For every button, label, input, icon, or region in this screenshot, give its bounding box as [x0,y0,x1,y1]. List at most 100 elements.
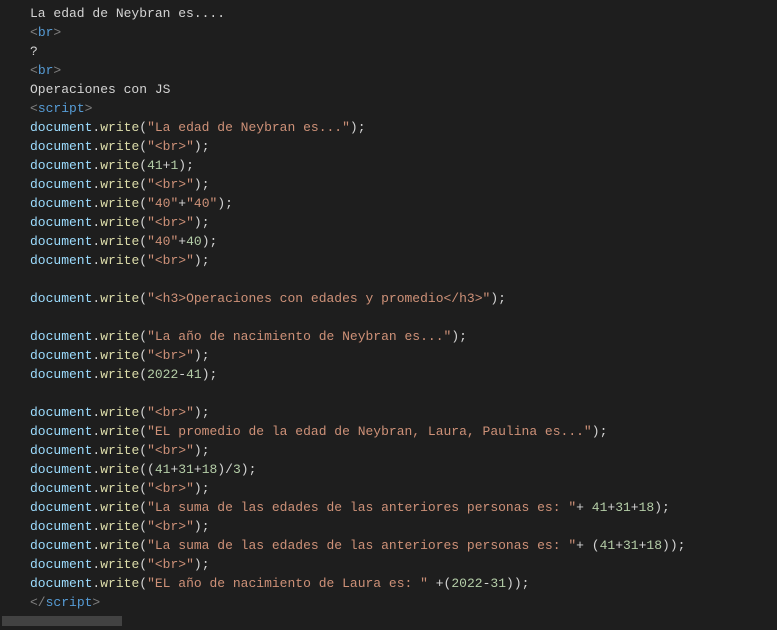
code-line: document.write("<br>"); [30,137,777,156]
paren-close: ) [654,500,662,515]
code-line: document.write("<br>"); [30,441,777,460]
code-line: document.write("<br>"); [30,175,777,194]
code-line: <br> [30,61,777,80]
obj-document: document [30,291,92,306]
string-arg: "<br>" [147,557,194,572]
semicolon: ; [202,519,210,534]
op-plus: + [178,234,186,249]
op-plus: + [631,500,639,515]
tag-br: br [38,25,54,40]
obj-document: document [30,500,92,515]
paren-close: ) [194,405,202,420]
number: 31 [615,500,631,515]
fn-write: write [100,253,139,268]
string-arg: "<br>" [147,139,194,154]
blank-line [30,384,777,403]
string-arg: "<br>" [147,253,194,268]
paren-close: ) [217,196,225,211]
obj-document: document [30,405,92,420]
fn-write: write [100,329,139,344]
number: 31 [623,538,639,553]
fn-write: write [100,215,139,230]
angle-close: > [53,25,61,40]
fn-write: write [100,481,139,496]
paren-open: ( [139,291,147,306]
fn-write: write [100,538,139,553]
code-line: document.write("<br>"); [30,346,777,365]
string-arg: "<br>" [147,519,194,534]
number: 18 [202,462,218,477]
paren-close: ) [241,462,249,477]
obj-document: document [30,367,92,382]
string-arg: "<br>" [147,405,194,420]
op-plus: + [194,462,202,477]
blank-line [30,308,777,327]
paren-open: ( [139,139,147,154]
obj-document: document [30,196,92,211]
space [584,500,592,515]
fn-write: write [100,576,139,591]
angle-open: < [30,101,38,116]
op-plus: + [576,500,584,515]
code-line: document.write(41+1); [30,156,777,175]
semicolon: ; [210,367,218,382]
angle-open: </ [30,595,46,610]
semicolon: ; [678,538,686,553]
paren-close: ) [451,329,459,344]
fn-write: write [100,405,139,420]
code-line: document.write("EL año de nacimiento de … [30,574,777,593]
code-line: Operaciones con JS [30,80,777,99]
string-arg: "EL año de nacimiento de Laura es: " [147,576,428,591]
paren-open: ( [139,329,147,344]
number: 41 [186,367,202,382]
string-arg: "<br>" [147,177,194,192]
code-editor[interactable]: La edad de Neybran es.... <br> ? <br> Op… [0,4,777,612]
obj-document: document [30,462,92,477]
op-minus: - [178,367,186,382]
obj-document: document [30,158,92,173]
paren-close: ) [202,234,210,249]
paren-close: ) [506,576,514,591]
fn-write: write [100,557,139,572]
paren-close: ) [194,519,202,534]
semicolon: ; [202,177,210,192]
paren-open: (( [139,462,155,477]
paren-open: ( [139,367,147,382]
obj-document: document [30,557,92,572]
semicolon: ; [186,158,194,173]
paren-open: ( [139,120,147,135]
horizontal-scrollbar[interactable] [0,616,777,626]
semicolon: ; [202,348,210,363]
paren-close: ) [194,139,202,154]
semicolon: ; [358,120,366,135]
code-line: document.write("40"+"40"); [30,194,777,213]
code-line: document.write("La año de nacimiento de … [30,327,777,346]
op-plus: + [576,538,584,553]
paren-open: ( [139,500,147,515]
fn-write: write [100,519,139,534]
op-plus: + [615,538,623,553]
number: 2022 [147,367,178,382]
paren-open: ( [139,538,147,553]
obj-document: document [30,139,92,154]
paren-close: ) [178,158,186,173]
code-line: document.write("La edad de Neybran es...… [30,118,777,137]
string-arg: "La año de nacimiento de Neybran es..." [147,329,451,344]
paren-open: ( [139,481,147,496]
fn-write: write [100,196,139,211]
paren-close: ) [194,215,202,230]
literal-text: ? [30,44,38,59]
semicolon: ; [249,462,257,477]
semicolon: ; [202,481,210,496]
number: 41 [592,500,608,515]
fn-write: write [100,120,139,135]
paren-close: ) [194,253,202,268]
semicolon: ; [459,329,467,344]
string-arg: "<h3>Operaciones con edades y promedio</… [147,291,490,306]
semicolon: ; [600,424,608,439]
paren-close: ) [202,367,210,382]
code-line: document.write("<br>"); [30,555,777,574]
number: 2022 [451,576,482,591]
scrollbar-thumb[interactable] [2,616,122,626]
semicolon: ; [498,291,506,306]
